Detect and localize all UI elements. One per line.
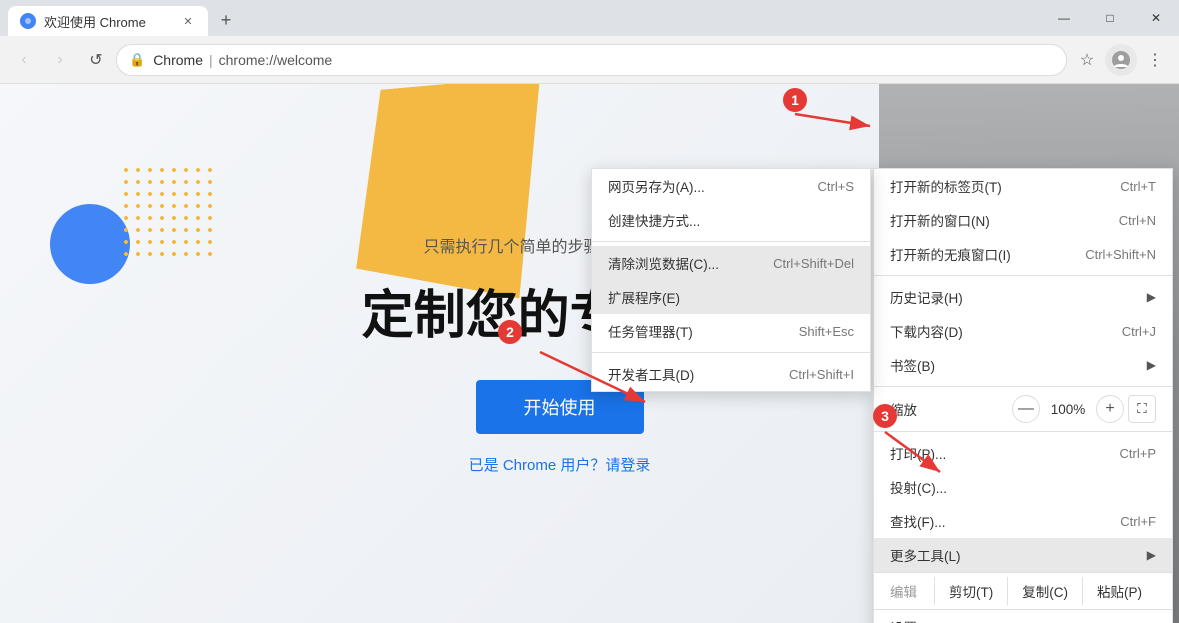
lock-icon: 🔒	[129, 52, 145, 68]
tab-title: 欢迎使用 Chrome	[44, 12, 172, 31]
back-button[interactable]: ‹	[8, 44, 40, 76]
more-tools-submenu: 网页另存为(A)... Ctrl+S 创建快捷方式... 清除浏览数据(C)..…	[591, 168, 871, 392]
tab-close-button[interactable]: ✕	[180, 13, 196, 29]
zoom-fullscreen-button[interactable]: ⛶	[1128, 395, 1156, 423]
bookmark-button[interactable]: ☆	[1071, 44, 1103, 76]
copy-button[interactable]: 复制(C)	[1007, 577, 1082, 605]
tab-strip: 欢迎使用 Chrome ✕ +	[0, 0, 240, 36]
submenu-separator-1	[592, 241, 870, 242]
address-text: Chrome | chrome://welcome	[153, 52, 1054, 68]
menu-item-new-tab[interactable]: 打开新的标签页(T) Ctrl+T	[874, 169, 1172, 203]
menu-item-cast[interactable]: 投射(C)...	[874, 470, 1172, 504]
deco-blue-circle	[50, 204, 130, 284]
submenu-separator-2	[592, 352, 870, 353]
more-menu-button[interactable]: ⋮	[1139, 44, 1171, 76]
menu-item-print[interactable]: 打印(P)... Ctrl+P	[874, 436, 1172, 470]
submenu-item-devtools[interactable]: 开发者工具(D) Ctrl+Shift+I	[592, 357, 870, 391]
menu-item-find[interactable]: 查找(F)... Ctrl+F	[874, 504, 1172, 538]
address-separator: |	[209, 52, 213, 68]
submenu-item-extensions[interactable]: 扩展程序(E)	[592, 280, 870, 314]
new-tab-button[interactable]: +	[212, 6, 240, 34]
zoom-out-button[interactable]: —	[1012, 395, 1040, 423]
paste-button[interactable]: 粘贴(P)	[1082, 577, 1156, 605]
menu-item-history[interactable]: 历史记录(H) ▶	[874, 280, 1172, 314]
tab-favicon	[20, 13, 36, 29]
address-url: chrome://welcome	[219, 52, 333, 68]
active-tab[interactable]: 欢迎使用 Chrome ✕	[8, 6, 208, 36]
menu-item-settings[interactable]: 设置(S)	[874, 610, 1172, 623]
zoom-in-button[interactable]: +	[1096, 395, 1124, 423]
signin-link[interactable]: 已是 Chrome 用户？请登录	[260, 454, 860, 475]
zoom-value: 100%	[1044, 402, 1092, 417]
submenu-item-save-page[interactable]: 网页另存为(A)... Ctrl+S	[592, 169, 870, 203]
main-context-menu: 打开新的标签页(T) Ctrl+T 打开新的窗口(N) Ctrl+N 打开新的无…	[873, 168, 1173, 623]
menu-item-bookmarks[interactable]: 书签(B) ▶	[874, 348, 1172, 382]
forward-button[interactable]: ›	[44, 44, 76, 76]
submenu-item-clear-data[interactable]: 清除浏览数据(C)... Ctrl+Shift+Del	[592, 246, 870, 280]
refresh-button[interactable]: ↺	[80, 44, 112, 76]
page-content: 只需执行几个简单的步骤，即可完成浏 定制您的专属 Ch 开始使用 已是 Chro…	[0, 84, 1179, 623]
menu-item-downloads[interactable]: 下载内容(D) Ctrl+J	[874, 314, 1172, 348]
window-controls: — □ ✕	[1041, 0, 1179, 36]
menu-item-new-window[interactable]: 打开新的窗口(N) Ctrl+N	[874, 203, 1172, 237]
browser-frame: 欢迎使用 Chrome ✕ + — □ ✕ ‹ › ↺ 🔒 Chrome | c…	[0, 0, 1179, 623]
address-bar[interactable]: 🔒 Chrome | chrome://welcome	[116, 44, 1067, 76]
edit-row: 编辑 剪切(T) 复制(C) 粘贴(P)	[874, 572, 1172, 610]
menu-separator-3	[874, 431, 1172, 432]
toolbar: ‹ › ↺ 🔒 Chrome | chrome://welcome ☆	[0, 36, 1179, 84]
minimize-button[interactable]: —	[1041, 0, 1087, 36]
submenu-item-task-manager[interactable]: 任务管理器(T) Shift+Esc	[592, 314, 870, 348]
menu-item-more-tools[interactable]: 更多工具(L) ▶	[874, 538, 1172, 572]
maximize-button[interactable]: □	[1087, 0, 1133, 36]
menu-item-incognito[interactable]: 打开新的无痕窗口(I) Ctrl+Shift+N	[874, 237, 1172, 271]
deco-dots-pattern	[120, 164, 220, 264]
close-button[interactable]: ✕	[1133, 0, 1179, 36]
menu-separator-2	[874, 386, 1172, 387]
profile-button[interactable]	[1105, 44, 1137, 76]
cut-button[interactable]: 剪切(T)	[934, 577, 1007, 605]
zoom-row: 缩放 — 100% + ⛶	[874, 391, 1172, 427]
address-brand: Chrome	[153, 52, 203, 68]
submenu-item-create-shortcut[interactable]: 创建快捷方式...	[592, 203, 870, 237]
toolbar-actions: ☆ ⋮	[1071, 44, 1171, 76]
menu-separator-1	[874, 275, 1172, 276]
title-bar: 欢迎使用 Chrome ✕ + — □ ✕	[0, 0, 1179, 36]
